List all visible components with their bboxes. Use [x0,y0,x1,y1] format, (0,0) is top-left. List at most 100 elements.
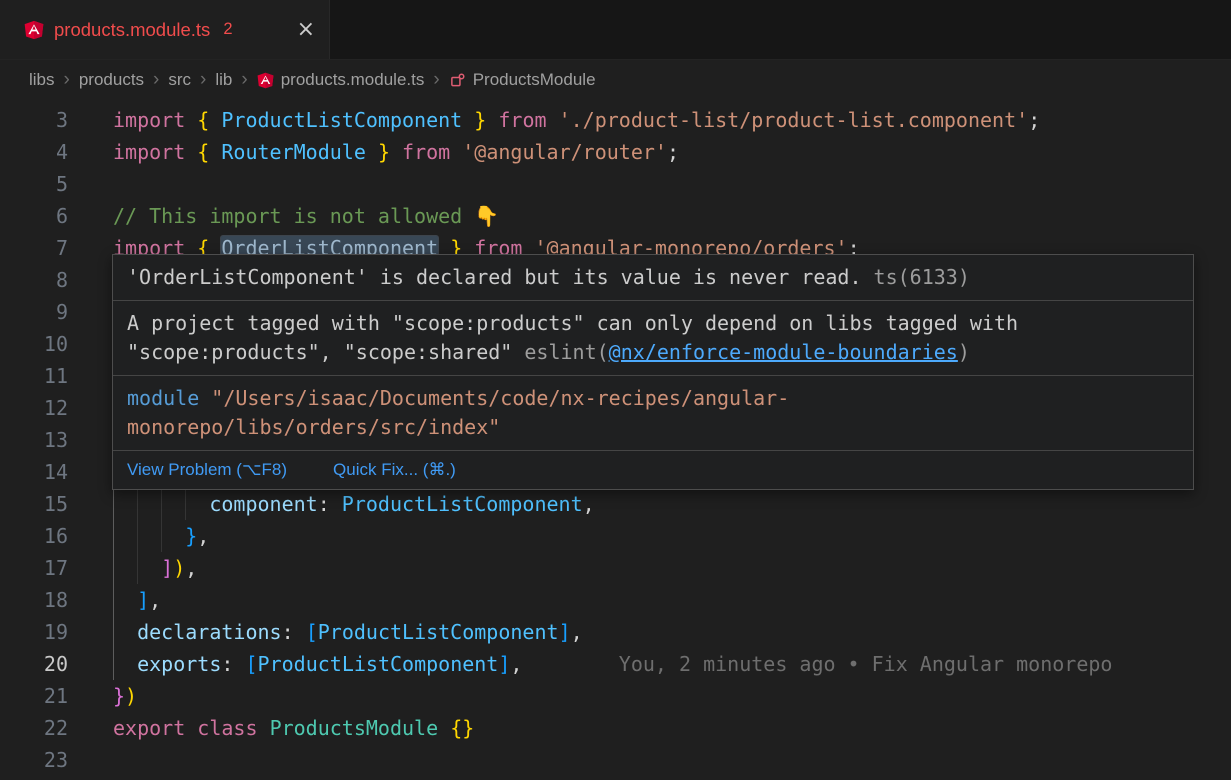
code-token [258,716,270,740]
line-content[interactable]: declarations: [ProductListComponent], [113,616,583,648]
code-token [113,652,137,676]
code-token: '@angular/router' [462,140,667,164]
line-number[interactable]: 8 [0,264,68,296]
line-number[interactable]: 10 [0,328,68,360]
hover-status-bar: View Problem (⌥F8) Quick Fix... (⌘.) [113,451,1193,489]
line-number[interactable]: 12 [0,392,68,424]
breadcrumb-label: products [79,70,144,90]
code-token: import [113,108,185,132]
breadcrumb-separator: › [200,69,206,91]
breadcrumb-item-libs[interactable]: libs [29,70,55,90]
line-number[interactable]: 4 [0,136,68,168]
code-token: import [113,140,185,164]
line-number[interactable]: 3 [0,104,68,136]
angular-icon [257,72,274,89]
hover-section-3: module "/Users/isaac/Documents/code/nx-r… [113,376,1193,451]
code-token [113,588,137,612]
inline-blame: You, 2 minutes ago • Fix Angular monorep… [522,652,1112,676]
code-token: , [571,620,583,644]
code-line-4: 4 import { RouterModule } from '@angular/… [0,136,1231,168]
line-number[interactable]: 16 [0,520,68,552]
code-token [185,108,197,132]
line-number[interactable]: 23 [0,744,68,776]
code-token: ; [1028,108,1040,132]
breadcrumb-label: products.module.ts [281,70,425,90]
code-token: {} [450,716,474,740]
code-token: } [113,684,125,708]
line-number[interactable]: 18 [0,584,68,616]
hover-text: "scope:products", "scope:shared" [127,340,524,364]
line-content[interactable]: import { RouterModule } from '@angular/r… [113,136,679,168]
code-editor: 3 import { ProductListComponent } from '.… [0,100,1231,780]
editor-tab-bar: products.module.ts 2 × [0,0,1231,60]
breadcrumb-item-products-module-ts[interactable]: products.module.ts [257,70,425,90]
breadcrumb-item-lib[interactable]: lib [215,70,232,90]
line-number[interactable]: 20 [0,648,68,680]
line-number[interactable]: 9 [0,296,68,328]
code-line-3: 3 import { ProductListComponent } from '.… [0,104,1231,136]
line-number[interactable]: 13 [0,424,68,456]
line-number[interactable]: 21 [0,680,68,712]
code-token: ] [137,588,149,612]
code-line-18: 18 ], [0,584,1231,616]
close-tab-icon[interactable]: × [297,19,315,41]
code-token [438,716,450,740]
hover-text: monorepo/libs/orders/src/index" [127,415,500,439]
tab-products-module[interactable]: products.module.ts 2 × [0,0,330,59]
line-number[interactable]: 5 [0,168,68,200]
code-line-16: 16 }, [0,520,1231,552]
indent-guide [161,488,162,520]
code-token [185,716,197,740]
breadcrumb-item-products[interactable]: products [79,70,144,90]
line-content[interactable]: }, [113,520,209,552]
code-token: // This import is not allowed 👇 [113,204,499,228]
hover-text [199,386,211,410]
code-token [185,140,197,164]
line-number[interactable]: 17 [0,552,68,584]
breadcrumb-separator: › [153,69,159,91]
active-indent-guide [113,488,114,520]
code-token: , [185,556,197,580]
line-number[interactable]: 11 [0,360,68,392]
line-number[interactable]: 22 [0,712,68,744]
breadcrumb-item-src[interactable]: src [168,70,191,90]
code-token: ] [161,556,173,580]
code-token [547,108,559,132]
code-token: from [402,140,450,164]
indent-guide [137,488,138,520]
line-content[interactable]: }) [113,680,137,712]
code-line-21: 21}) [0,680,1231,712]
line-content[interactable]: ], [113,584,161,616]
line-content[interactable]: ]), [113,552,197,584]
code-token: ProductsModule [270,716,439,740]
line-content[interactable]: import { ProductListComponent } from './… [113,104,1040,136]
quick-fix-action[interactable]: Quick Fix... (⌘.) [333,460,456,480]
code-token: , [197,524,209,548]
nx-rule-link[interactable]: @nx/enforce-module-boundaries [609,340,958,364]
code-token: ) [173,556,185,580]
code-token: ] [498,652,510,676]
code-line-19: 19 declarations: [ProductListComponent], [0,616,1231,648]
hover-text: eslint( [524,340,608,364]
indent-guide [185,488,186,520]
line-content[interactable]: exports: [ProductListComponent], You, 2 … [113,648,1112,680]
line-content[interactable]: component: ProductListComponent, [113,488,595,520]
tab-problems-badge: 2 [223,20,232,39]
code-token [113,620,137,644]
hover-text: A project tagged with "scope:products" c… [127,311,1018,335]
breadcrumb-item-productsmodule[interactable]: ProductsModule [449,70,596,90]
line-content[interactable]: export class ProductsModule {} [113,712,474,744]
active-indent-guide [113,616,114,648]
line-number[interactable]: 19 [0,616,68,648]
line-number[interactable]: 14 [0,456,68,488]
breadcrumb-label: libs [29,70,55,90]
code-token: ) [125,684,137,708]
code-token [462,108,474,132]
line-number[interactable]: 7 [0,232,68,264]
line-number[interactable]: 6 [0,200,68,232]
code-token: } [474,108,486,132]
view-problem-action[interactable]: View Problem (⌥F8) [127,460,287,480]
code-token: declarations [137,620,282,644]
line-content[interactable]: // This import is not allowed 👇 [113,200,499,232]
line-number[interactable]: 15 [0,488,68,520]
